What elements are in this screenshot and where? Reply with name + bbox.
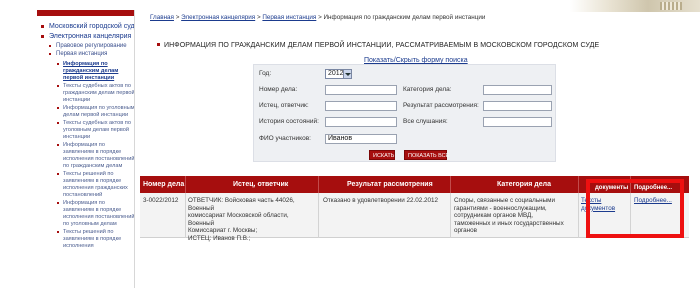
search-button[interactable]: ИСКАТЬ	[369, 150, 395, 160]
sidebar-item-criminal-texts[interactable]: Тексты судебных актов по уголовным делам…	[37, 120, 134, 141]
sidebar-item-label: Первая инстанция	[56, 51, 108, 57]
category-line: таможенных и иных государственных	[454, 219, 564, 227]
header-decoration	[570, 0, 700, 12]
sidebar-item-label: Тексты решений по заявлениям в порядке и…	[63, 229, 122, 249]
sidebar-item-label: Тексты судебных актов по гражданским дел…	[63, 83, 135, 103]
highlight-box	[586, 179, 684, 238]
category-line: гарантиями - военнослужащим,	[454, 204, 547, 212]
participant-input[interactable]: Иванов	[325, 134, 397, 144]
sidebar-item-label: Электронная канцелярия	[49, 33, 132, 40]
bullet-icon	[57, 122, 59, 124]
sidebar-item-civil-texts[interactable]: Тексты судебных актов по гражданским дел…	[37, 83, 135, 104]
sidebar-item-legal-regulation[interactable]: Правовое регулирование	[37, 42, 134, 50]
header-category: Категория дела	[497, 181, 551, 188]
year-select[interactable]: 2012	[325, 69, 352, 79]
header-parties: Истец, ответчик	[233, 181, 289, 188]
bullet-icon	[57, 202, 59, 204]
breadcrumb-office-link[interactable]: Электронная канцелярия	[181, 14, 255, 21]
cell-parties: ОТВЕТЧИК: Войсковая часть 44026, Военный…	[188, 197, 316, 243]
sidebar-item-label: Информация по гражданским делам первой и…	[63, 61, 119, 81]
title-bullet-icon	[157, 43, 160, 46]
sidebar: Московский городской суд Электронная кан…	[37, 10, 135, 288]
bullet-icon	[57, 231, 59, 233]
column-divider	[578, 193, 579, 238]
sidebar-item-label: Правовое регулирование	[56, 43, 127, 49]
breadcrumb-separator: >	[316, 14, 324, 21]
bullet-icon	[57, 85, 59, 87]
parties-line: ОТВЕТЧИК: Войсковая часть 44026, Военный	[188, 197, 295, 212]
all-hearings-input[interactable]	[483, 117, 552, 127]
cell-result: Отказано в удовлетворении 22.02.2012	[323, 197, 439, 204]
sidebar-item-criminal-info[interactable]: Информация по уголовным делам первой инс…	[37, 105, 135, 119]
category-line: Споры, связанные с социальными	[454, 197, 555, 204]
column-divider	[318, 176, 319, 193]
bullet-icon	[41, 25, 44, 28]
all-hearings-label: Все слушания:	[403, 118, 448, 125]
sidebar-item-label: Московский городской суд	[49, 23, 135, 30]
breadcrumb-home-link[interactable]: Главная	[150, 14, 174, 21]
participant-input-value: Иванов	[328, 135, 353, 142]
column-divider	[578, 176, 579, 193]
sidebar-item-enforcement-civil-texts[interactable]: Тексты решений по заявлениям в порядке и…	[37, 171, 134, 199]
sidebar-menu: Московский городской суд Электронная кан…	[37, 22, 135, 251]
case-category-label: Категория дела:	[403, 86, 452, 93]
case-number-input[interactable]	[325, 85, 397, 95]
participant-label: ФИО участников:	[259, 135, 311, 142]
case-category-input[interactable]	[483, 85, 552, 95]
sidebar-item-label: Информация по заявлениям в порядке испол…	[63, 200, 135, 227]
column-divider	[450, 176, 451, 193]
parties-line: Комиссариат г. Москвы;	[188, 227, 258, 235]
breadcrumb-first-instance-link[interactable]: Первая инстанция	[262, 14, 316, 21]
sidebar-item-label: Информация по заявлениям в порядке испол…	[63, 142, 135, 169]
bullet-icon	[57, 173, 59, 175]
column-divider	[318, 193, 319, 238]
case-number-label: Номер дела:	[259, 86, 298, 93]
bullet-icon	[49, 53, 51, 55]
sidebar-item-enforcement-civil-info[interactable]: Информация по заявлениям в порядке испол…	[37, 142, 135, 170]
sidebar-item-label: Тексты судебных актов по уголовным делам…	[63, 120, 131, 140]
page-title: ИНФОРМАЦИЯ ПО ГРАЖДАНСКИМ ДЕЛАМ ПЕРВОЙ И…	[157, 42, 599, 49]
show-all-button[interactable]: ПОКАЗАТЬ ВСЕ	[404, 150, 449, 160]
column-divider	[185, 193, 186, 238]
cell-case-number: 3-0022/2012	[143, 197, 179, 204]
search-form: Год: 2012 Номер дела: Категория дела: Ис…	[253, 64, 556, 162]
category-line: органов	[454, 227, 477, 235]
parties-label: Истец, ответчик:	[259, 102, 309, 109]
result-label: Результат рассмотрения:	[403, 102, 479, 109]
sidebar-red-bar	[37, 10, 134, 16]
bullet-icon	[49, 45, 51, 47]
result-input[interactable]	[483, 101, 552, 111]
category-line: сотрудникам органов МВД,	[454, 212, 534, 220]
bullet-icon	[57, 63, 59, 65]
parties-input[interactable]	[325, 101, 397, 111]
column-divider	[185, 176, 186, 193]
toggle-search-form-link[interactable]: Показать/Скрыть форму поиска	[364, 57, 468, 64]
page-title-text: ИНФОРМАЦИЯ ПО ГРАЖДАНСКИМ ДЕЛАМ ПЕРВОЙ И…	[164, 42, 600, 49]
header-result: Результат рассмотрения	[347, 181, 433, 188]
parties-line: комиссариат Московской области, Военный	[188, 212, 289, 227]
year-label: Год:	[259, 70, 272, 77]
bullet-icon	[57, 107, 59, 109]
header-case-number: Номер дела	[143, 181, 185, 188]
hearing-history-input[interactable]	[325, 117, 397, 127]
breadcrumb-current: Информация по гражданским делам первой и…	[323, 14, 486, 21]
hearing-history-label: История состояний:	[259, 118, 319, 125]
cell-category: Споры, связанные с социальными гарантиям…	[454, 197, 576, 235]
chevron-down-icon	[343, 70, 351, 78]
bullet-icon	[57, 144, 59, 146]
bullet-icon	[41, 35, 44, 38]
sidebar-item-moscow-court[interactable]: Московский городской суд	[37, 22, 135, 31]
sidebar-item-label: Информация по уголовным делам первой инс…	[63, 105, 135, 118]
sidebar-item-enforcement-texts[interactable]: Тексты решений по заявлениям в порядке и…	[37, 229, 134, 250]
sidebar-item-label: Тексты решений по заявлениям в порядке и…	[63, 171, 128, 198]
parties-line: ИСТЕЦ: Иванов П.В.;	[188, 234, 251, 242]
breadcrumb: Главная > Электронная канцелярия > Перва…	[150, 14, 485, 21]
sidebar-item-enforcement-criminal-info[interactable]: Информация по заявлениям в порядке испол…	[37, 200, 135, 228]
sidebar-item-electronic-office[interactable]: Электронная канцелярия	[37, 32, 134, 41]
year-select-value: 2012	[328, 70, 344, 77]
sidebar-item-civil-info[interactable]: Информация по гражданским делам первой и…	[37, 61, 134, 82]
column-divider	[450, 193, 451, 238]
sidebar-item-first-instance[interactable]: Первая инстанция	[37, 50, 134, 58]
